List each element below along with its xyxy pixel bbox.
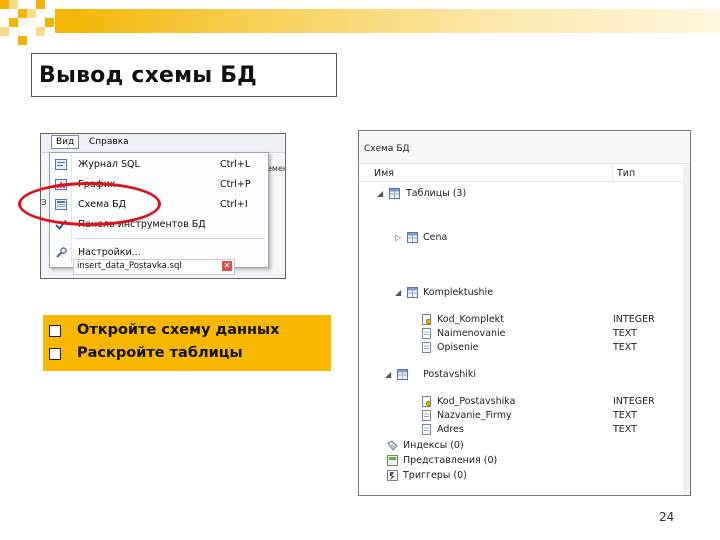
expanded-arrow-icon[interactable]: ◢ (385, 370, 391, 379)
column-name-header[interactable]: Имя (374, 168, 394, 179)
menu-separator (74, 238, 264, 239)
menu-item-shortcut: Ctrl+L (220, 159, 251, 170)
menubar: Вид Справка (41, 134, 285, 153)
field-icon (422, 410, 431, 421)
index-icon (387, 440, 398, 451)
tree-node-label: Индексы (0) (403, 440, 464, 451)
tree-triggers[interactable]: Триггеры (0) (387, 469, 587, 483)
field-row[interactable]: Naimenovanie (421, 327, 601, 341)
decor-square (0, 0, 9, 9)
tree-node-label: Таблицы (3) (406, 188, 467, 199)
menu-item-sql-log[interactable]: Журнал SQL Ctrl+L (50, 155, 268, 175)
menu-view[interactable]: Вид (51, 135, 80, 149)
decor-square (0, 27, 9, 36)
schema-header: Схема БД (359, 131, 690, 164)
table-name: Postavshiki (423, 369, 477, 380)
primary-key-field-icon (422, 396, 432, 407)
tree-node-label: Триггеры (0) (403, 470, 467, 481)
checkbox-bullet-icon (49, 348, 61, 360)
field-icon (422, 328, 431, 339)
highlight-oval (18, 182, 161, 226)
wrench-icon (56, 247, 67, 258)
table-icon (397, 369, 408, 380)
field-type: INTEGER (613, 314, 655, 325)
field-name: Kod_Postavshika (437, 396, 516, 407)
field-name: Nazvanie_Firmy (437, 410, 512, 421)
view-icon (387, 455, 398, 466)
tree-table-komplektushie[interactable]: ◢ Komplektushie (395, 286, 605, 300)
decor-square (36, 0, 45, 9)
instruction-box: Откройте схему данных Раскройте таблицы (43, 315, 331, 371)
menu-help[interactable]: Справка (85, 136, 133, 148)
tree-table-cena[interactable]: ▷ Cena (395, 231, 605, 245)
field-type: TEXT (613, 410, 637, 421)
field-row[interactable]: Nazvanie_Firmy (421, 409, 601, 423)
close-icon[interactable]: ✕ (222, 261, 232, 271)
column-type-header[interactable]: Тип (617, 168, 635, 179)
collapsed-arrow-icon[interactable]: ▷ (395, 233, 401, 242)
tree-table-postavshiki[interactable]: ◢ Postavshiki (385, 368, 605, 382)
instruction-text: Откройте схему данных (77, 322, 280, 338)
table-icon (407, 287, 418, 298)
expanded-arrow-icon[interactable]: ◢ (377, 189, 383, 198)
tree-tables-root[interactable]: ◢ Таблицы (3) (377, 187, 607, 201)
field-row[interactable]: Kod_Postavshika (421, 395, 601, 409)
menu-item-label: Журнал SQL (78, 159, 140, 170)
menu-item-shortcut: Ctrl+P (220, 179, 251, 190)
checkbox-bullet-icon (49, 325, 61, 337)
expanded-arrow-icon[interactable]: ◢ (395, 288, 401, 297)
header-gradient-bar (55, 9, 720, 33)
field-name: Opisenie (437, 342, 479, 353)
tree-node-label: Представления (0) (403, 455, 498, 466)
schema-caption: Схема БД (364, 144, 410, 154)
trigger-icon (387, 470, 398, 481)
background-text-fragment: емен (267, 164, 286, 173)
field-row[interactable]: Opisenie (421, 341, 601, 355)
menu-item-label: Настройки... (78, 247, 141, 258)
table-name: Cena (423, 232, 448, 243)
field-name: Naimenovanie (437, 328, 506, 339)
column-header: Имя Тип (359, 164, 690, 182)
field-row[interactable]: Adres (421, 423, 601, 437)
schema-screenshot: Схема БД Имя Тип ◢ Таблицы (3) ▷ Cena ◢ … (358, 130, 691, 496)
scrollbar[interactable] (683, 164, 690, 495)
table-icon (407, 232, 418, 243)
table-name: Komplektushie (423, 287, 494, 298)
header-decoration (0, 0, 720, 50)
field-type: INTEGER (613, 396, 655, 407)
decor-square (45, 18, 54, 27)
field-name: Adres (437, 424, 464, 435)
decor-square (9, 0, 18, 9)
decor-square (36, 27, 45, 36)
editor-tab-label: insert_data_Postavka.sql (77, 261, 182, 271)
slide-title: Вывод схемы БД (39, 63, 257, 88)
field-type: TEXT (613, 342, 637, 353)
page-number: 24 (659, 510, 675, 524)
decor-square (27, 9, 36, 18)
decor-square (18, 36, 27, 45)
menu-item-shortcut: Ctrl+I (220, 199, 248, 210)
tables-icon (389, 188, 400, 199)
column-divider (612, 164, 613, 181)
editor-tab[interactable]: insert_data_Postavka.sql ✕ (73, 259, 235, 275)
tree-views[interactable]: Представления (0) (387, 454, 587, 468)
field-name: Kod_Komplekt (437, 314, 504, 325)
sql-log-icon (55, 159, 67, 170)
field-type: TEXT (613, 424, 637, 435)
decor-square (18, 9, 27, 18)
field-icon (422, 424, 431, 435)
tree-indexes[interactable]: Индексы (0) (387, 439, 587, 453)
field-type: TEXT (613, 328, 637, 339)
field-row[interactable]: Kod_Komplekt (421, 313, 601, 327)
instruction-text: Раскройте таблицы (77, 345, 243, 361)
primary-key-field-icon (422, 314, 432, 325)
slide-title-box: Вывод схемы БД (31, 53, 337, 97)
field-icon (422, 342, 431, 353)
decor-square (9, 18, 18, 27)
